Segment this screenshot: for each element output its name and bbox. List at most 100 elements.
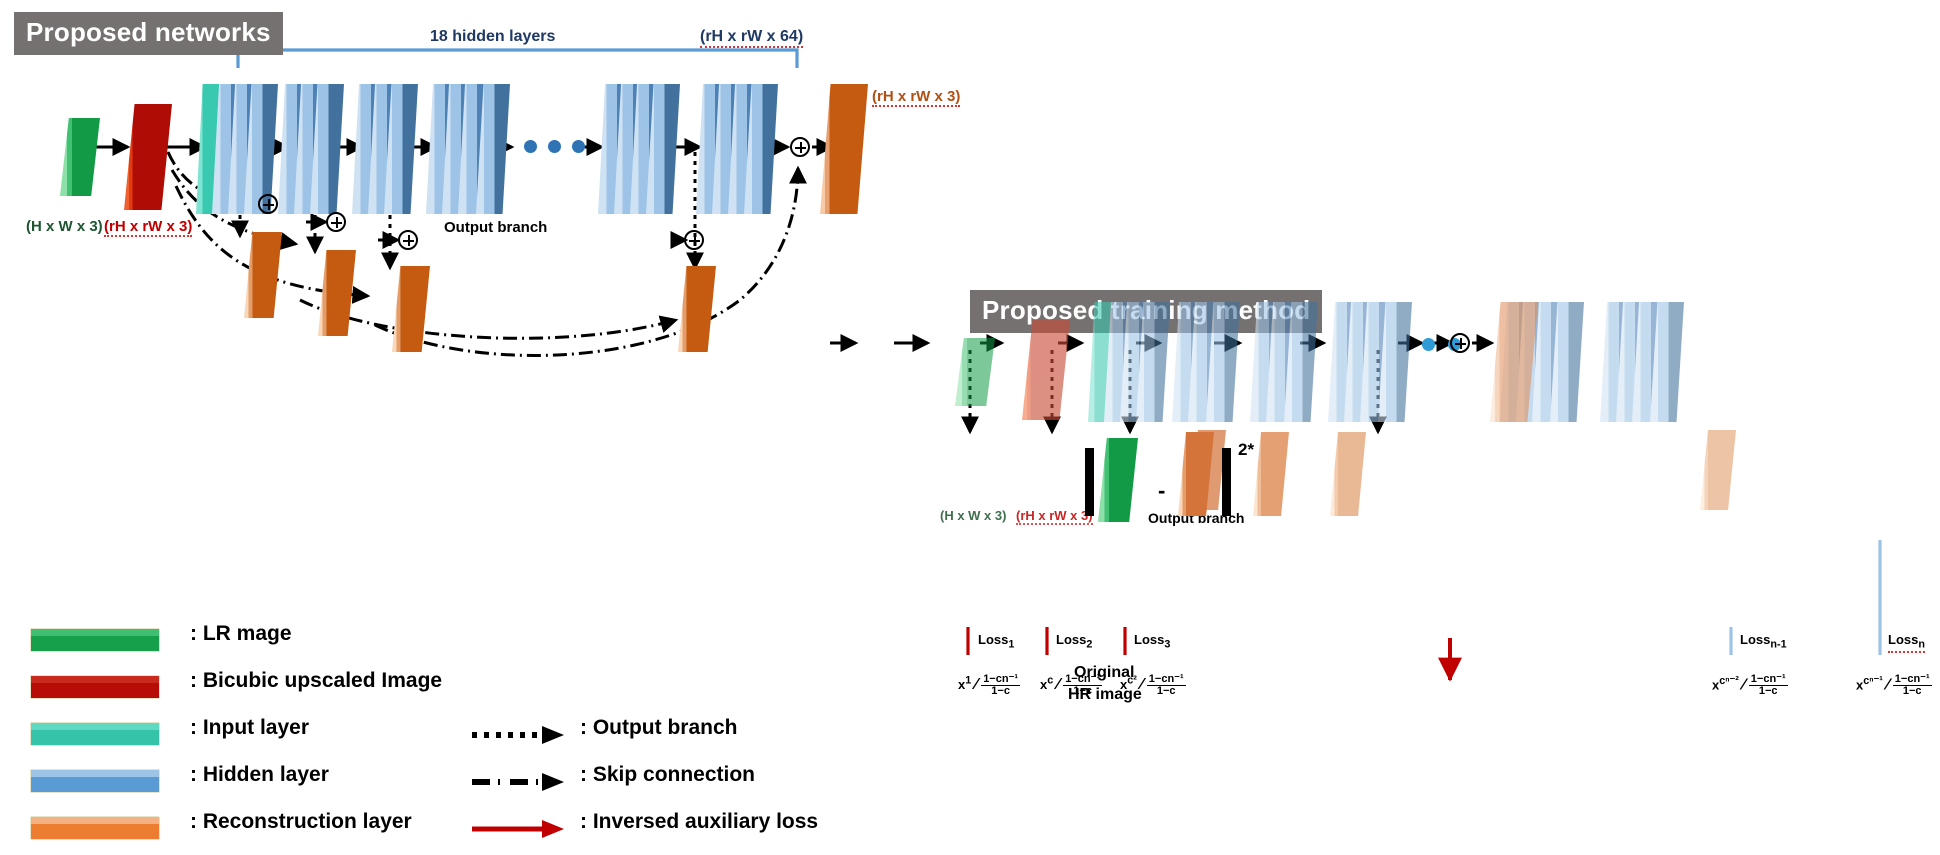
bottom-bicubic-image-plate [1022,320,1070,420]
legend-row-lr-image: : LR mage [20,620,920,667]
top-input-dim-label: (H x W x 3) [26,218,103,235]
feature-dim-label: (rH x rW x 64) [700,28,804,48]
hidden-block-2 [278,84,350,214]
hidden-block-5 [598,84,684,214]
orange-slab-icon [30,816,160,840]
legend-row-bicubic: : Bicubic upscaled Image [20,667,920,714]
lr-image-plate [60,118,100,196]
loss-formula-1: x1 ⁄ 1−cn⁻¹ 1−c [958,673,1021,697]
fraction-denominator: 1−c [1073,684,1092,697]
norm-bar-right [1222,448,1231,516]
loss-name: Loss [1740,632,1771,647]
top-output-plate [820,84,868,214]
bottom-lr-image-plate [955,338,995,406]
top-output-branch-label: Output branch [444,219,548,236]
diagram-canvas: Proposed networks 18 hidden layers (rH x… [0,0,1940,852]
ellipsis-dot [548,140,561,153]
formula-exponent: cⁿ⁻¹ [1863,675,1883,687]
formula-exponent: c² [1127,674,1137,687]
add-node [326,212,346,232]
ellipsis-dot [572,140,585,153]
blue-slab-icon [30,769,160,793]
power-symbol: 2* [1238,440,1255,459]
bottom-hidden-block-6 [1600,302,1686,422]
top-output-dim-label: (rH x rW x 3) [872,88,961,107]
reconstruction-plate [244,232,282,318]
loss-name: Loss [1134,632,1165,647]
fraction-denominator: 1−c [991,684,1010,697]
ellipsis-dot [1422,338,1435,351]
loss-formula-3: xc² ⁄ 1−cn⁻¹ 1−c [1120,673,1186,697]
hidden-block-4 [426,84,516,214]
legend-label-reconstruction-layer: : Reconstruction layer [190,810,412,833]
loss-label-n: Lossn [1888,632,1925,653]
formula-exponent: c [1047,674,1054,687]
formula-exponent: cⁿ⁻² [1719,675,1739,687]
loss-name: Loss [1888,632,1919,647]
loss-formula-n: xcⁿ⁻¹ ⁄ 1−cn⁻¹ 1−c [1856,673,1932,697]
bottom-input-layer-block [1088,302,1172,422]
reconstruction-plate [318,250,356,336]
legend-label-hidden-layer: : Hidden layer [190,763,329,786]
legend-label-input-layer: : Input layer [190,716,310,739]
formula-fraction: 1−cn⁻¹ 1−c [1063,673,1103,697]
ellipsis-dot [524,140,537,153]
original-hr-image-plate [1098,438,1138,522]
legend-label-output-branch: : Output branch [580,716,738,739]
red-slab-icon [30,675,160,699]
bottom-hidden-block-4 [1328,302,1414,422]
loss-sub: 2 [1086,638,1093,651]
formula-fraction: 1−cn⁻¹ 1−c [1146,673,1186,697]
top-bicubic-dim-label: (rH x rW x 3) [104,218,193,237]
loss-sub: 3 [1164,638,1171,651]
add-node [258,194,278,214]
proposed-networks-title: Proposed networks [14,12,283,55]
loss-label-2: Loss2 [1056,632,1092,651]
legend-label-skip-connection: : Skip connection [580,763,756,786]
loss-label-1: Loss1 [978,632,1014,651]
add-node [790,137,810,157]
loss-label-3: Loss3 [1134,632,1170,651]
formula-exponent: 1 [965,674,972,687]
teal-slab-icon [30,722,160,746]
fraction-denominator: 1−c [1156,684,1176,697]
loss-label-n-1: Lossn-1 [1740,632,1787,651]
legend-label-bicubic: : Bicubic upscaled Image [190,669,443,692]
add-node [684,230,704,250]
bottom-reconstruction-plate [1330,432,1366,516]
fraction-denominator: 1−c [1902,684,1922,697]
minus-symbol: - [1158,478,1166,503]
hidden-block-6 [696,84,782,214]
fraction-denominator: 1−c [1758,684,1778,697]
loss-formula-2: xc ⁄ 1−cn⁻¹ 1−c [1040,673,1103,697]
loss-sub: n [1918,638,1925,651]
add-node [398,230,418,250]
add-node [1450,333,1470,353]
bottom-reconstruction-plate [1700,430,1736,510]
legend-row-input-layer: : Input layer : Output branch [20,714,920,761]
bottom-bicubic-dim-label: (rH x rW x 3) [1016,508,1093,525]
red-arrow-icon [472,820,564,838]
legend-row-hidden-layer: : Hidden layer : Skip connection [20,761,920,808]
legend-label-lr-image: : LR mage [190,622,292,645]
bottom-input-dim-label: (H x W x 3) [940,508,1007,523]
green-slab-icon [30,628,160,652]
bottom-hidden-block-2 [1172,302,1246,422]
reconstruction-plate [392,266,430,352]
bottom-hidden-block-3 [1250,302,1324,422]
formula-fraction: 1−cn⁻¹ 1−c [1748,673,1788,697]
reconstruction-plate [678,266,716,352]
hidden-block-3 [352,84,424,214]
legend-label-inversed-auxiliary-loss: : Inversed auxiliary loss [580,810,819,833]
norm-bar-left [1085,448,1094,516]
loss-sub: n-1 [1770,638,1787,651]
top-ellipsis [524,140,594,156]
dotted-arrow-icon [472,726,564,744]
formula-fraction: 1−cn⁻¹ 1−c [1892,673,1932,697]
loss-name: Loss [1056,632,1087,647]
bicubic-image-plate [124,104,172,210]
hidden-layers-label: 18 hidden layers [430,28,556,45]
loss-formula-n-1: xcⁿ⁻² ⁄ 1−cn⁻¹ 1−c [1712,673,1788,697]
loss-sub: 1 [1008,638,1015,651]
loss-name: Loss [978,632,1009,647]
